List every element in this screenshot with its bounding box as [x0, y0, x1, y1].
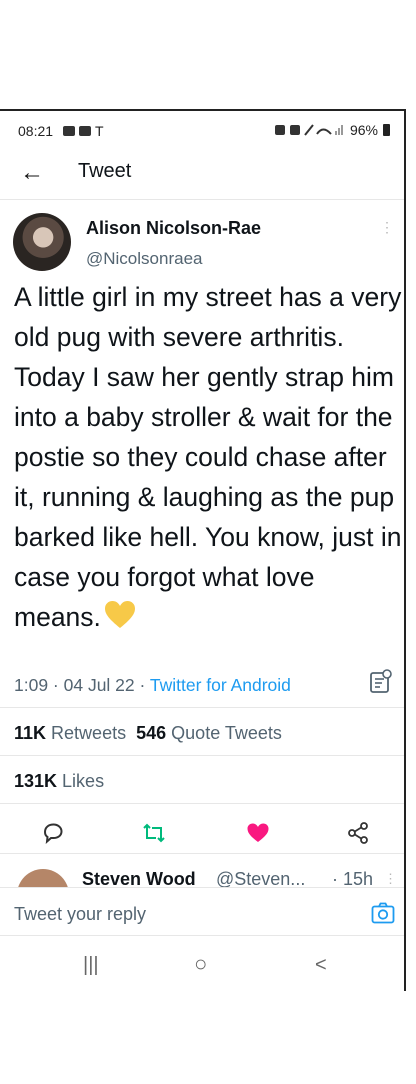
- quotes-count: 546: [136, 723, 167, 743]
- notification-icons: T: [63, 123, 104, 139]
- retweets-count: 11K: [14, 723, 47, 743]
- retweets-label: Retweets: [51, 723, 127, 743]
- reply-time: · 15h: [332, 869, 374, 887]
- tweet-timestamp: 1:09 · 04 Jul 22 ·: [14, 675, 150, 695]
- top-bar: ← Tweet: [0, 149, 404, 199]
- camera-icon[interactable]: [371, 902, 395, 924]
- more-icon[interactable]: ⋮: [380, 219, 394, 236]
- reply-input[interactable]: Tweet your reply: [14, 904, 146, 925]
- divider: [0, 199, 404, 200]
- recents-button[interactable]: |||: [83, 954, 99, 977]
- author-handle[interactable]: @Nicolsonraea: [86, 249, 202, 269]
- back-button[interactable]: <: [315, 954, 327, 977]
- more-icon[interactable]: ⋮: [384, 871, 397, 887]
- status-time: 08:21: [18, 123, 54, 139]
- likes-count: 131K: [14, 771, 58, 791]
- likes-stats[interactable]: 131K Likes: [14, 771, 104, 792]
- carrier-icon: T: [95, 123, 104, 139]
- share-icon[interactable]: [346, 821, 370, 845]
- tweet-text: A little girl in my street has a very ol…: [14, 277, 404, 637]
- tweet-body: A little girl in my street has a very ol…: [14, 282, 402, 632]
- page-title: Tweet: [78, 160, 132, 182]
- divider: [0, 803, 404, 804]
- status-bar: 08:21 T 96%: [0, 111, 404, 149]
- reply-icon[interactable]: [41, 821, 65, 845]
- reply-composer[interactable]: Tweet your reply: [0, 887, 404, 936]
- signal-icons: [274, 124, 343, 136]
- battery-percent: 96%: [349, 122, 378, 138]
- retweet-icon[interactable]: [142, 821, 166, 845]
- author-avatar[interactable]: [13, 213, 71, 271]
- home-button[interactable]: ○: [194, 951, 207, 977]
- notification-icon: [63, 126, 75, 136]
- divider: [0, 853, 404, 854]
- phone-screen: 08:21 T 96% ← Tweet Alison Nicolson-Rae …: [0, 109, 406, 991]
- divider: [0, 707, 404, 708]
- like-icon[interactable]: [246, 821, 270, 845]
- analytics-icon[interactable]: [370, 669, 392, 693]
- reply-author-handle: @Steven...: [216, 869, 306, 887]
- reply-author-name: Steven Wood: [82, 869, 196, 887]
- yellow-heart-icon: [104, 601, 135, 628]
- likes-label: Likes: [62, 771, 105, 791]
- action-bar: [0, 817, 404, 857]
- quotes-label: Quote Tweets: [171, 723, 282, 743]
- author-name[interactable]: Alison Nicolson-Rae: [86, 218, 261, 239]
- notification-icon: [79, 126, 91, 136]
- reply-avatar[interactable]: [17, 869, 69, 887]
- system-icons: 96%: [274, 122, 390, 138]
- reply-preview[interactable]: Steven Wood @Steven... · 15h ⋮: [0, 865, 404, 887]
- back-arrow-icon[interactable]: ←: [20, 159, 44, 187]
- tweet-source-link[interactable]: Twitter for Android: [150, 675, 291, 695]
- battery-icon: [383, 124, 390, 136]
- retweet-stats[interactable]: 11K Retweets 546 Quote Tweets: [14, 723, 282, 744]
- tweet-meta: 1:09 · 04 Jul 22 · Twitter for Android: [14, 675, 291, 696]
- android-nav-bar: ||| ○ <: [0, 935, 404, 991]
- divider: [0, 755, 404, 756]
